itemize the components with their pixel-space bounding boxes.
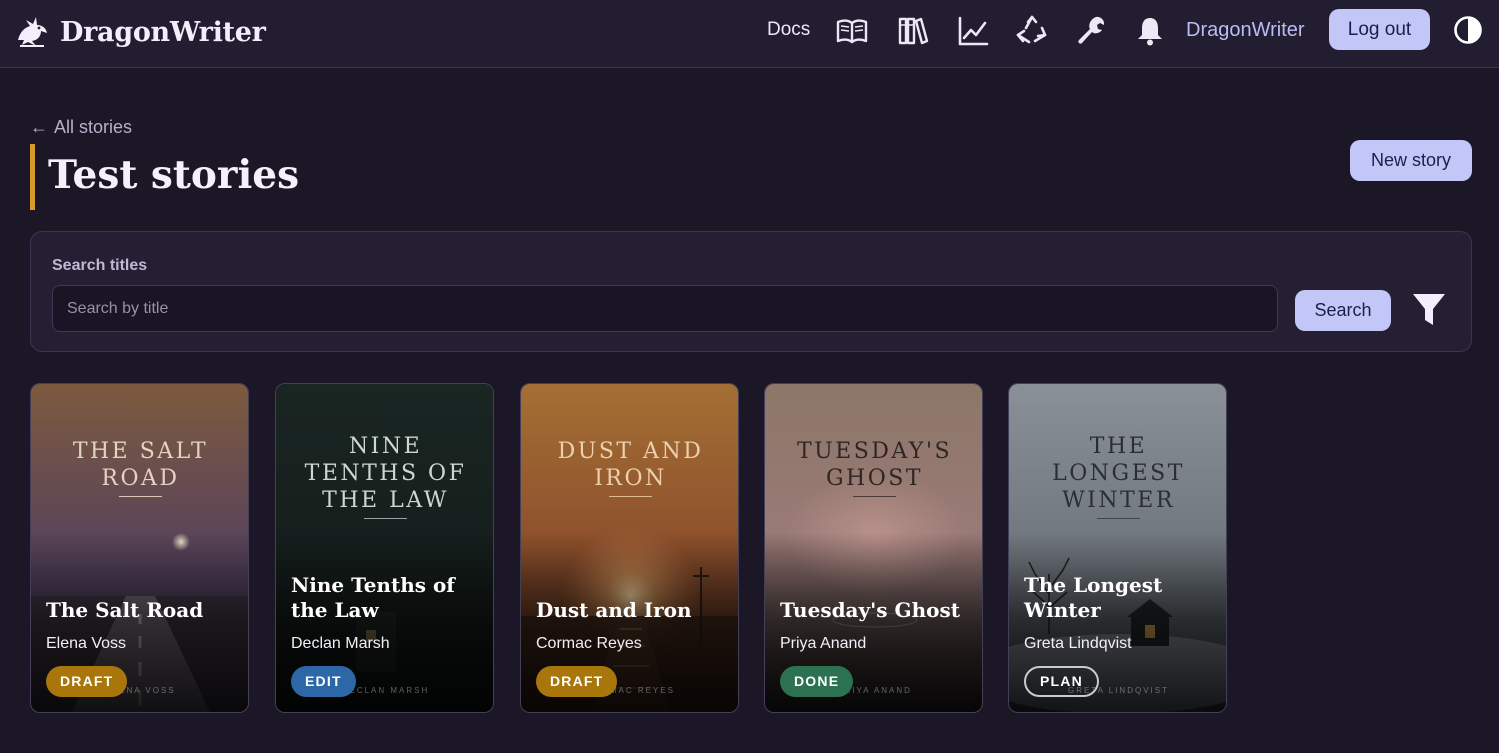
logout-button[interactable]: Log out (1329, 9, 1430, 50)
top-navigation-bar: DragonWriter Docs DragonWriter Log out (0, 0, 1499, 68)
story-author: Greta Lindqvist (1024, 635, 1132, 652)
status-badge: DONE (780, 666, 854, 697)
status-badge: EDIT (291, 666, 356, 697)
library-icon[interactable] (896, 14, 930, 48)
cover-shade (31, 384, 248, 712)
story-title: Tuesday's Ghost (780, 598, 960, 622)
story-card[interactable]: Dust and Iron Cormac Reyes Dust and Iron… (520, 383, 739, 713)
story-card[interactable]: The Salt Road Elena Voss The Salt Road E… (30, 383, 249, 713)
wrench-icon[interactable] (1074, 14, 1108, 48)
username-link[interactable]: DragonWriter (1186, 19, 1305, 42)
brand-name: DragonWriter (60, 16, 266, 48)
story-author: Cormac Reyes (536, 635, 642, 652)
bell-icon[interactable] (1133, 14, 1167, 48)
cover-title: Tuesday's Ghost (796, 439, 953, 491)
book-open-icon[interactable] (835, 14, 869, 48)
cover-shade (765, 384, 982, 712)
arrow-left-icon: ← (30, 117, 48, 137)
cover-rule (1097, 518, 1140, 519)
search-button[interactable]: Search (1295, 290, 1391, 331)
story-author: Priya Anand (780, 635, 867, 652)
brand[interactable]: DragonWriter (12, 10, 266, 54)
story-author: Declan Marsh (291, 635, 390, 652)
cover-rule (609, 496, 652, 497)
new-story-button[interactable]: New story (1350, 140, 1472, 181)
story-title: The Salt Road (46, 598, 204, 622)
cover-title: The Longest Winter (1052, 434, 1185, 513)
cover-title: Nine Tenths of the Law (304, 434, 467, 513)
story-card[interactable]: The Longest Winter Greta Lindqvist The L… (1008, 383, 1227, 713)
cover-title: The Salt Road (72, 439, 209, 491)
page-title: Test stories (48, 152, 300, 198)
recycle-icon[interactable] (1015, 14, 1049, 48)
cover-shade (521, 384, 738, 712)
status-badge: DRAFT (46, 666, 128, 697)
back-link-label: All stories (54, 117, 133, 137)
story-title: Nine Tenths of the Law (291, 573, 455, 622)
status-badge: DRAFT (536, 666, 618, 697)
story-card[interactable]: Tuesday's Ghost Priya Anand Tuesday's Gh… (764, 383, 983, 713)
contrast-icon[interactable] (1453, 15, 1483, 45)
story-card[interactable]: Nine Tenths of the Law Declan Marsh Nine… (275, 383, 494, 713)
search-label: Search titles (52, 257, 148, 274)
search-input[interactable] (52, 285, 1278, 332)
nav-docs-link[interactable]: Docs (767, 19, 810, 41)
cover-title: Dust and Iron (557, 439, 704, 491)
dragon-logo-icon (18, 17, 47, 47)
cover-rule (853, 496, 896, 497)
filter-icon[interactable] (1412, 292, 1446, 328)
cover-rule (119, 496, 162, 497)
story-title: Dust and Iron (536, 598, 692, 622)
status-badge: PLAN (1024, 666, 1099, 697)
search-panel: Search titles Search (30, 231, 1472, 352)
cover-rule (364, 518, 407, 519)
story-title: The Longest Winter (1024, 573, 1163, 622)
story-author: Elena Voss (46, 635, 127, 652)
back-to-all-stories-link[interactable]: ← All stories (30, 117, 132, 138)
chart-line-icon[interactable] (956, 14, 990, 48)
title-accent-bar (30, 144, 35, 210)
